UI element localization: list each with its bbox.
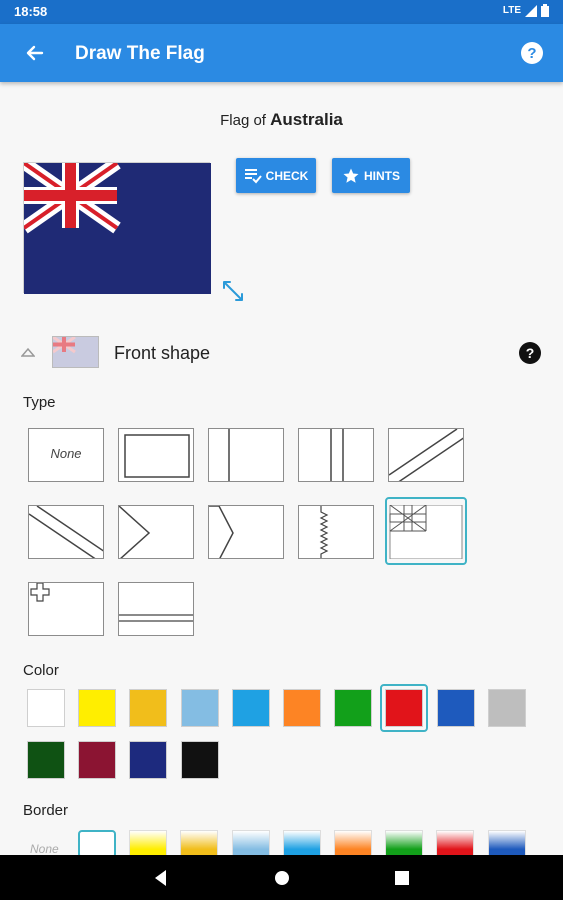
- help-circle-icon[interactable]: ?: [518, 341, 542, 365]
- type-vertical-stripe[interactable]: [208, 428, 284, 482]
- color-swatch[interactable]: [231, 689, 270, 727]
- check-list-icon: [244, 168, 262, 183]
- union-jack-canton-icon: [389, 505, 463, 559]
- border-none-option[interactable]: None: [30, 842, 59, 855]
- color-swatch[interactable]: [129, 741, 168, 779]
- type-chevron-left[interactable]: [118, 505, 194, 559]
- border-label: Border: [23, 802, 69, 819]
- union-jack-canton: [20, 157, 121, 234]
- front-shape-thumbnail: [52, 335, 99, 368]
- mini-flag-icon: [52, 335, 98, 367]
- type-none-label: None: [50, 446, 82, 461]
- country-name: Australia: [270, 110, 343, 129]
- type-double-vertical-stripe[interactable]: [298, 428, 374, 482]
- color-swatch[interactable]: [436, 689, 475, 727]
- home-nav-icon[interactable]: [271, 867, 293, 889]
- check-button[interactable]: CHECK: [236, 158, 316, 193]
- color-swatch[interactable]: [283, 689, 321, 727]
- border-frame-icon: [124, 434, 190, 478]
- color-swatch[interactable]: [334, 689, 373, 727]
- status-bar: 18:58 LTE: [0, 0, 563, 24]
- diagonal-up-icon: [389, 429, 463, 481]
- svg-text:?: ?: [526, 345, 535, 361]
- flag-heading-prefix: Flag of: [220, 112, 266, 129]
- serrated-band-icon: [319, 506, 329, 558]
- color-swatch[interactable]: [27, 741, 65, 779]
- border-color-swatch[interactable]: [436, 830, 475, 855]
- border-color-swatch[interactable]: [129, 830, 168, 855]
- type-union-jack-canton[interactable]: [388, 505, 464, 559]
- border-color-swatch[interactable]: [385, 830, 424, 855]
- hoist-triangle-icon: [209, 506, 234, 558]
- front-shape-header[interactable]: Front shape ?: [0, 332, 563, 374]
- type-label: Type: [23, 394, 56, 411]
- check-button-label: CHECK: [265, 168, 309, 183]
- cross-canton-icon: [30, 583, 50, 602]
- border-color-swatch[interactable]: [78, 830, 116, 855]
- navigation-bar: [0, 855, 563, 900]
- color-swatch[interactable]: [180, 741, 219, 779]
- horizontal-band-icon: [119, 614, 193, 622]
- arrow-back-icon[interactable]: [20, 38, 50, 68]
- flag-canvas[interactable]: [20, 157, 211, 294]
- hints-button-label: HINTS: [364, 168, 400, 183]
- main-content: Flag of Australia CHECK HINTS Front shap…: [0, 82, 563, 855]
- double-vertical-stripe-icon: [330, 429, 344, 481]
- page-title: Draw The Flag: [75, 43, 205, 64]
- type-serrated-band[interactable]: [298, 505, 374, 559]
- front-shape-label: Front shape: [114, 343, 211, 363]
- flag-heading: Flag of Australia: [0, 110, 563, 130]
- border-color-swatch[interactable]: [334, 830, 372, 855]
- collapse-icon[interactable]: [21, 346, 35, 358]
- diagonal-down-icon: [29, 506, 103, 558]
- color-label: Color: [23, 662, 59, 679]
- hints-button[interactable]: HINTS: [332, 158, 410, 193]
- border-color-swatch[interactable]: [231, 830, 270, 855]
- border-color-swatch[interactable]: [282, 830, 321, 855]
- type-hoist-triangle[interactable]: [208, 505, 284, 559]
- type-diagonal-down[interactable]: [28, 505, 104, 559]
- border-color-swatch[interactable]: [487, 830, 526, 855]
- color-swatch[interactable]: [385, 689, 424, 727]
- color-swatch[interactable]: [27, 689, 65, 727]
- network-type: LTE: [502, 5, 521, 16]
- chevron-left-icon: [119, 506, 151, 558]
- star-icon: [343, 168, 359, 183]
- svg-text:?: ?: [527, 45, 536, 62]
- border-color-swatch[interactable]: [180, 830, 219, 855]
- type-horizontal-band[interactable]: [118, 582, 194, 636]
- type-cross-canton[interactable]: [28, 582, 104, 636]
- expand-icon[interactable]: [221, 279, 245, 303]
- color-swatch[interactable]: [78, 741, 117, 779]
- battery-icon: [541, 4, 549, 17]
- app-bar: Draw The Flag ?: [0, 24, 563, 82]
- signal-icon: [525, 4, 537, 17]
- type-none[interactable]: None: [28, 428, 104, 482]
- color-swatch[interactable]: [129, 689, 168, 727]
- color-swatch[interactable]: [487, 689, 526, 727]
- type-border-frame[interactable]: [118, 428, 194, 482]
- type-diagonal-up[interactable]: [388, 428, 464, 482]
- recents-nav-icon[interactable]: [391, 867, 413, 889]
- system-indicators: LTE: [503, 4, 549, 17]
- flag-drawing: [20, 157, 211, 294]
- vertical-stripe-icon: [228, 429, 230, 481]
- color-swatch[interactable]: [180, 689, 219, 727]
- color-swatch[interactable]: [78, 689, 117, 727]
- help-circle-icon[interactable]: ?: [519, 40, 545, 66]
- back-nav-icon[interactable]: [150, 867, 172, 889]
- status-time: 18:58: [14, 4, 48, 19]
